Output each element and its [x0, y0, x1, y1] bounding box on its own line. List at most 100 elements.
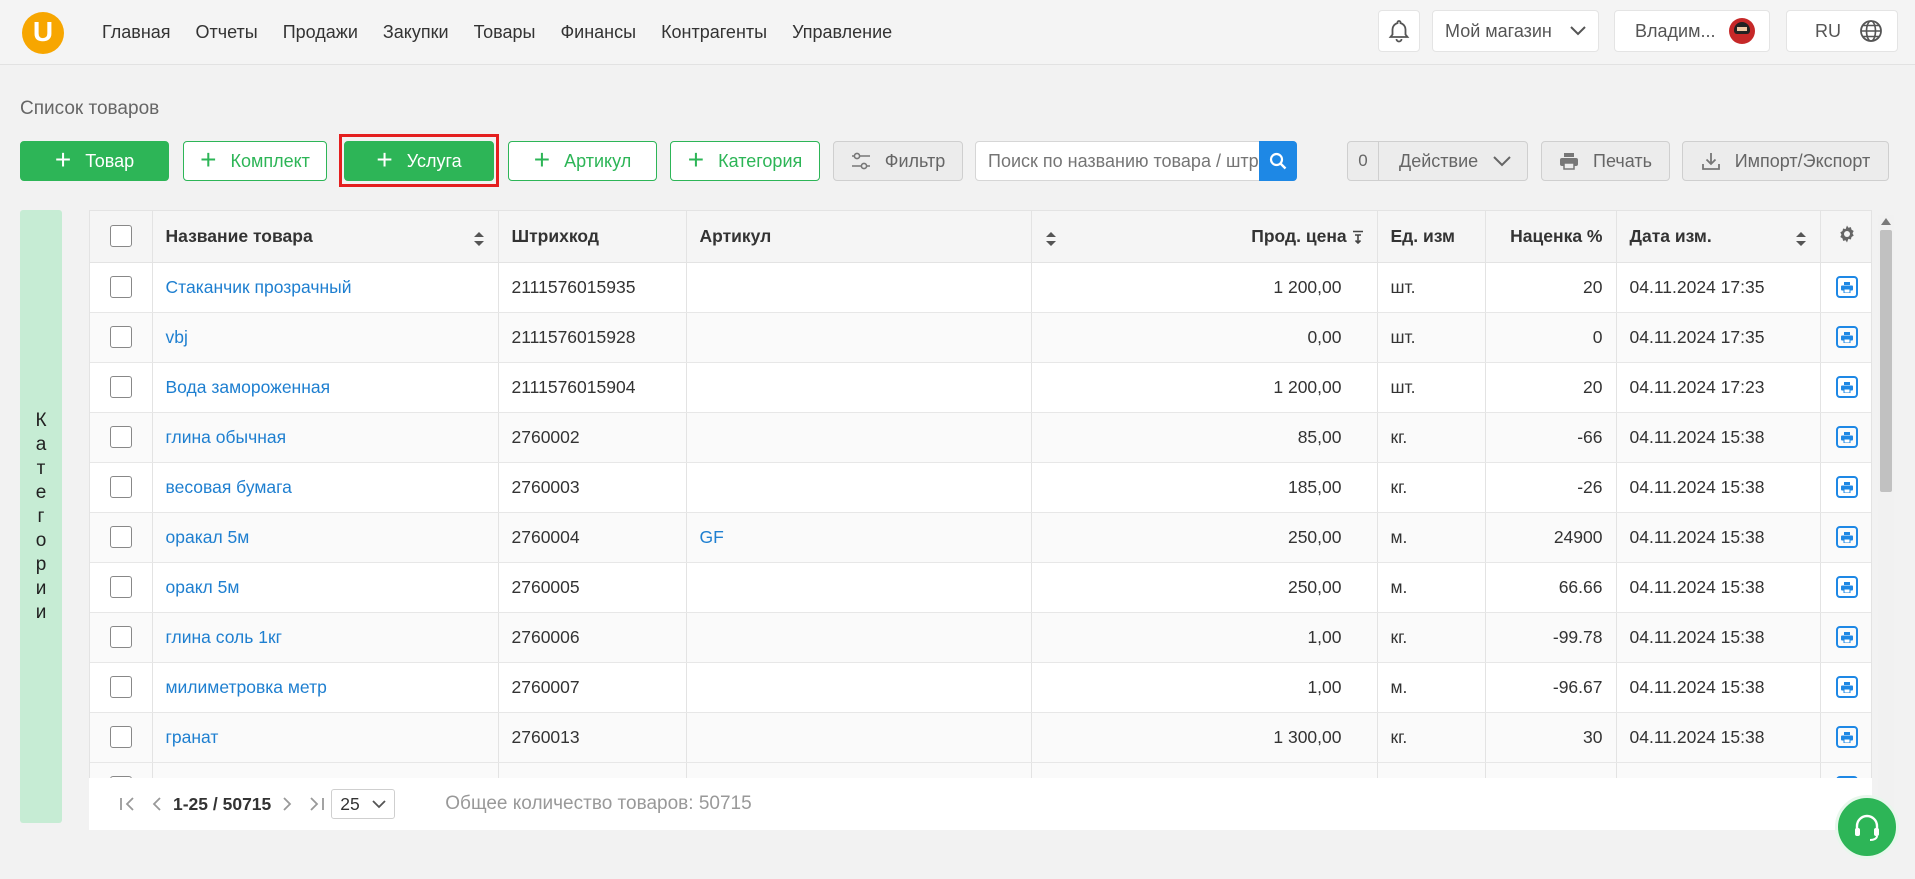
support-chat-button[interactable]: [1835, 795, 1899, 859]
print-button[interactable]: Печать: [1541, 141, 1670, 181]
printer-icon: [1840, 681, 1853, 693]
sort-icon: [1045, 231, 1056, 246]
print-label-button[interactable]: [1835, 726, 1858, 748]
column-header-price[interactable]: Прод. цена: [1031, 211, 1378, 263]
add-kit-button[interactable]: + Комплект: [183, 141, 327, 181]
product-name-link[interactable]: милиметровка метр: [166, 677, 327, 697]
add-sku-button[interactable]: + Артикул: [508, 141, 657, 181]
search-button[interactable]: [1259, 141, 1297, 181]
print-label-button[interactable]: [1835, 426, 1858, 448]
product-name-link[interactable]: гранат: [166, 727, 219, 747]
column-header-barcode[interactable]: Штрихкод: [498, 211, 687, 263]
column-header-unit[interactable]: Ед. изм: [1377, 211, 1486, 263]
page-title: Список товаров: [20, 98, 160, 119]
table-row[interactable]: гранат 2760013 1 300,00 кг. 30 04.11.2024 15:…: [90, 712, 1871, 763]
column-header-sku[interactable]: Артикул: [686, 211, 1032, 263]
product-name-link[interactable]: Стаканчик прозрачный: [166, 277, 352, 297]
select-all-checkbox[interactable]: [109, 225, 132, 248]
gear-icon: [1839, 225, 1854, 243]
nav-item-products[interactable]: Товары: [474, 22, 536, 43]
product-name-link[interactable]: оракал 5м: [166, 527, 250, 547]
row-checkbox[interactable]: [109, 626, 132, 648]
row-checkbox[interactable]: [109, 326, 132, 348]
page-size-select[interactable]: 25: [331, 789, 396, 819]
column-settings-cell[interactable]: [1820, 211, 1871, 263]
row-checkbox[interactable]: [109, 476, 132, 498]
row-checkbox[interactable]: [109, 376, 132, 398]
add-product-button[interactable]: + Товар: [20, 141, 169, 181]
print-label-button[interactable]: [1835, 326, 1858, 348]
print-label-button[interactable]: [1835, 276, 1858, 298]
action-dropdown[interactable]: Действие: [1378, 141, 1528, 181]
filter-button[interactable]: Фильтр: [833, 141, 963, 181]
table-row[interactable]: оракал 5м 2760004 GF 250,00 м. 24900 04.11.202…: [90, 512, 1871, 563]
import-export-button[interactable]: Импорт/Экспорт: [1682, 141, 1889, 181]
row-checkbox[interactable]: [109, 676, 132, 698]
nav-item-sales[interactable]: Продажи: [283, 22, 358, 43]
first-page-icon[interactable]: [119, 796, 137, 812]
download-icon: [1701, 153, 1720, 170]
price-cell: 85,00: [1031, 412, 1378, 463]
table-header-row: Название товара Штрихкод Артикул Прод. ц…: [90, 211, 1871, 263]
nav-item-management[interactable]: Управление: [792, 22, 892, 43]
unit-cell: м.: [1377, 662, 1486, 713]
print-label-button[interactable]: [1835, 476, 1858, 498]
print-label-button[interactable]: [1835, 526, 1858, 548]
add-category-button[interactable]: + Категория: [670, 141, 820, 181]
categories-label-letter: г: [37, 505, 45, 527]
table-row[interactable]: весовая бумага 2760003 185,00 кг. -26 04.11.2…: [90, 462, 1871, 513]
product-name-link[interactable]: глина обычная: [166, 427, 287, 447]
language-selector[interactable]: RU: [1786, 10, 1898, 52]
product-name-link[interactable]: Вода замороженная: [166, 377, 331, 397]
column-header-date[interactable]: Дата изм.: [1616, 211, 1821, 263]
vertical-scrollbar[interactable]: [1878, 215, 1894, 823]
store-selector[interactable]: Мой магазин: [1432, 10, 1599, 52]
table-row[interactable]: Вода замороженная 2111576015904 1 200,00 шт…: [90, 362, 1871, 413]
nav-item-purchases[interactable]: Закупки: [383, 22, 449, 43]
barcode-cell: 2760003: [498, 462, 687, 513]
product-name-link[interactable]: весовая бумага: [166, 477, 292, 497]
nav-item-finance[interactable]: Финансы: [560, 22, 636, 43]
row-checkbox[interactable]: [109, 526, 132, 548]
last-page-icon[interactable]: [307, 796, 325, 812]
row-checkbox[interactable]: [109, 576, 132, 598]
sku-link[interactable]: GF: [700, 527, 724, 547]
row-checkbox[interactable]: [109, 726, 132, 748]
user-menu[interactable]: Владим...: [1614, 10, 1770, 52]
row-checkbox[interactable]: [109, 276, 132, 298]
logo[interactable]: U: [22, 12, 64, 54]
printer-icon: [1840, 381, 1853, 393]
row-checkbox[interactable]: [109, 426, 132, 448]
scrollbar-thumb[interactable]: [1880, 230, 1892, 492]
prev-page-icon[interactable]: [151, 796, 163, 812]
print-label-button[interactable]: [1835, 676, 1858, 698]
print-label-button[interactable]: [1835, 376, 1858, 398]
print-label-button[interactable]: [1835, 626, 1858, 648]
categories-label-letter: е: [35, 481, 47, 503]
next-page-icon[interactable]: [281, 796, 293, 812]
table-row[interactable]: vbj 2111576015928 0,00 шт. 0 04.11.2024 17:35: [90, 312, 1871, 363]
markup-cell: -26: [1485, 462, 1617, 513]
table-row[interactable]: глина обычная 2760002 85,00 кг. -66 04.11.202…: [90, 412, 1871, 463]
date-cell: 04.11.2024 17:23: [1616, 362, 1821, 413]
date-cell: 04.11.2024 15:38: [1616, 512, 1821, 563]
categories-panel-toggle[interactable]: Категории: [20, 210, 62, 823]
column-header-name[interactable]: Название товара: [152, 211, 499, 263]
nav-item-counterparties[interactable]: Контрагенты: [661, 22, 767, 43]
table-row[interactable]: Стаканчик прозрачный 2111576015935 1 200,0…: [90, 262, 1871, 313]
nav-item-home[interactable]: Главная: [102, 22, 171, 43]
table-row[interactable]: глина соль 1кг 2760006 1,00 кг. -99.78 04.11.…: [90, 612, 1871, 663]
product-name-link[interactable]: оракл 5м: [166, 577, 240, 597]
product-name-link[interactable]: vbj: [166, 327, 188, 347]
product-name-link[interactable]: глина соль 1кг: [166, 627, 283, 647]
print-label-button[interactable]: [1835, 576, 1858, 598]
table-row[interactable]: милиметровка метр 2760007 1,00 м. -96.67 04.1…: [90, 662, 1871, 713]
column-header-markup[interactable]: Наценка %: [1485, 211, 1617, 263]
table-row[interactable]: оракл 5м 2760005 250,00 м. 66.66 04.11.2024 1…: [90, 562, 1871, 613]
search-input[interactable]: [976, 149, 1296, 173]
notifications-button[interactable]: [1378, 10, 1420, 52]
nav-item-reports[interactable]: Отчеты: [196, 22, 258, 43]
barcode-cell: 2111576015935: [498, 262, 687, 313]
pagination: 1-25 / 50715 25 Общее количество товаров…: [89, 778, 1872, 830]
scroll-up-arrow[interactable]: [1881, 218, 1891, 225]
